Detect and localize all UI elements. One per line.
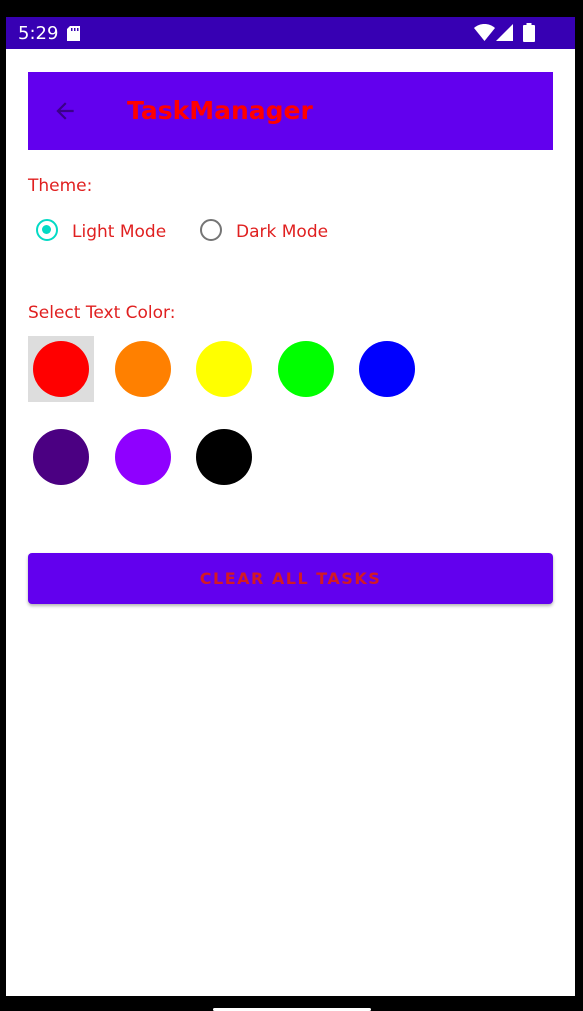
signal-icon [496, 24, 513, 41]
theme-label: Theme: [28, 176, 93, 196]
color-swatch-circle [33, 429, 89, 485]
app-title: TaskManager [127, 96, 313, 125]
color-swatch-circle [359, 341, 415, 397]
radio-unchecked-icon [200, 219, 222, 241]
color-swatch-blue[interactable] [354, 336, 420, 402]
sd-card-icon [67, 26, 80, 41]
color-swatch-circle [114, 341, 171, 397]
color-swatch-circle [277, 341, 334, 397]
color-swatch-green[interactable] [273, 336, 339, 402]
color-swatch-circle [196, 341, 252, 397]
color-swatch-violet[interactable] [110, 424, 176, 490]
light-mode-radio[interactable]: Light Mode [36, 217, 186, 249]
app-bar: TaskManager [28, 72, 553, 150]
light-mode-label: Light Mode [72, 222, 167, 242]
select-text-color-label: Select Text Color: [28, 303, 176, 323]
status-time: 5:29 [18, 23, 59, 44]
color-swatch-orange[interactable] [110, 336, 176, 402]
color-swatch-circle [196, 429, 252, 485]
color-swatch-black[interactable] [191, 424, 257, 490]
arrow-back-icon[interactable] [52, 98, 78, 124]
status-bar: 5:29 [6, 17, 575, 49]
color-swatch-red[interactable] [28, 336, 94, 402]
battery-icon [523, 23, 535, 42]
clear-all-tasks-button[interactable]: CLEAR ALL TASKS [28, 553, 553, 604]
color-swatch-circle [114, 429, 171, 485]
color-swatch-circle [33, 341, 89, 397]
color-swatch-yellow[interactable] [191, 336, 257, 402]
app-screen: 5:29 TaskManager Theme: Light Mode Dark … [6, 17, 575, 996]
wifi-icon [474, 24, 495, 41]
color-swatch-indigo[interactable] [28, 424, 94, 490]
radio-checked-icon [36, 219, 58, 241]
dark-mode-radio[interactable]: Dark Mode [200, 217, 350, 249]
dark-mode-label: Dark Mode [236, 222, 329, 242]
